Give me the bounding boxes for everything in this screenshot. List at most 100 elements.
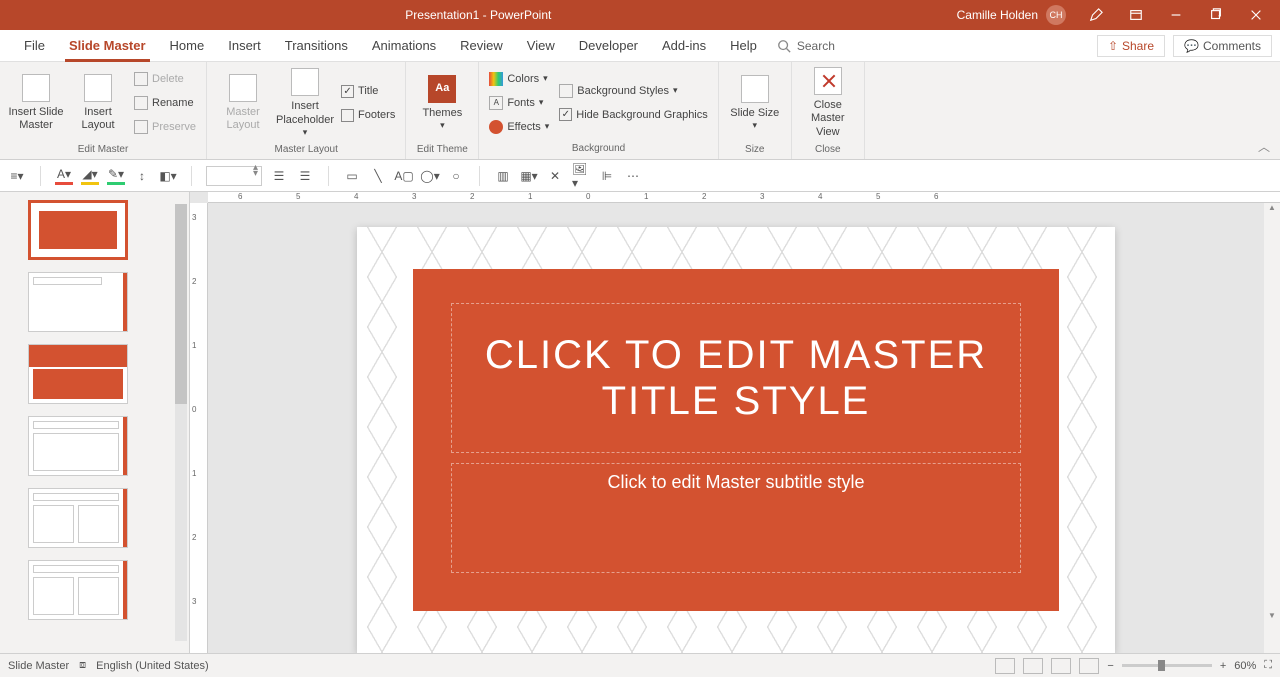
slide[interactable]: Click to edit Master title style Click t… — [357, 227, 1115, 653]
user-name[interactable]: Camille Holden — [957, 8, 1038, 22]
bg-styles-icon — [559, 84, 573, 98]
layout-thumb-1[interactable] — [28, 200, 128, 260]
title-placeholder[interactable]: Click to edit Master title style — [451, 303, 1021, 453]
preserve-button: Preserve — [132, 116, 198, 138]
align-dropdown[interactable]: ≡▾ — [8, 167, 26, 185]
crop-button[interactable]: ✕ — [546, 167, 564, 185]
fonts-button[interactable]: AFonts▾ — [487, 92, 551, 114]
editor-vertical-scrollbar[interactable]: ▲▼ — [1264, 203, 1280, 653]
maximize-icon[interactable] — [1196, 0, 1236, 30]
delete-button: Delete — [132, 68, 198, 90]
effects-button[interactable]: Effects▾ — [487, 116, 551, 138]
quick-toolbar: ≡▾ A▾ ◢▾ ✎▾ ↕ ◧▾ ☰ ☰ ▭ ╲ A▢ ◯▾ ○ ▥ ▦▾ ✕ … — [0, 160, 1280, 192]
insert-layout-button[interactable]: Insert Layout — [70, 66, 126, 140]
tell-me-search[interactable]: Search — [777, 39, 835, 53]
themes-button[interactable]: AaThemes▾ — [414, 66, 470, 140]
pen-color-button[interactable]: ✎▾ — [107, 167, 125, 185]
canvas[interactable]: Click to edit Master title style Click t… — [208, 203, 1264, 653]
ribbon-options-icon[interactable] — [1116, 0, 1156, 30]
rectangle-shape[interactable]: ▭ — [343, 167, 361, 185]
slide-content-frame: Click to edit Master title style Click t… — [413, 269, 1059, 611]
highlight-button[interactable]: ◢▾ — [81, 167, 99, 185]
tab-home[interactable]: Home — [158, 30, 217, 62]
title-checkbox[interactable]: ✓Title — [339, 80, 397, 102]
slide-size-button[interactable]: Slide Size▾ — [727, 66, 783, 140]
user-avatar[interactable]: CH — [1046, 5, 1066, 25]
slide-sorter-button[interactable] — [1023, 658, 1043, 674]
share-button[interactable]: ⇧Share — [1097, 35, 1165, 57]
normal-view-button[interactable] — [995, 658, 1015, 674]
reading-view-button[interactable] — [1051, 658, 1071, 674]
tab-help[interactable]: Help — [718, 30, 769, 62]
distribute-button[interactable]: ⊫ — [598, 167, 616, 185]
font-color-button[interactable]: A▾ — [55, 167, 73, 185]
zoom-level[interactable]: 60% — [1234, 660, 1256, 672]
insert-slide-master-button[interactable]: Insert Slide Master — [8, 66, 64, 140]
align-left-button[interactable]: ☰ — [270, 167, 288, 185]
ribbon-tabs: File Slide Master Home Insert Transition… — [0, 30, 1280, 62]
subtitle-placeholder[interactable]: Click to edit Master subtitle style — [451, 463, 1021, 573]
tab-slide-master[interactable]: Slide Master — [57, 30, 158, 62]
horizontal-ruler: 6543210123456 — [208, 192, 1280, 203]
group-close: Close Master View Close — [792, 62, 865, 159]
tab-transitions[interactable]: Transitions — [273, 30, 360, 62]
tab-addins[interactable]: Add-ins — [650, 30, 718, 62]
hide-bg-checkbox[interactable]: ✓Hide Background Graphics — [557, 104, 709, 126]
thumbnail-panel — [0, 192, 190, 653]
insert-placeholder-button[interactable]: Insert Placeholder▾ — [277, 66, 333, 140]
more-toolbar-button[interactable]: ⋯ — [624, 167, 642, 185]
align-center-button[interactable]: ☰ — [296, 167, 314, 185]
zoom-in-button[interactable]: + — [1220, 660, 1226, 672]
tab-file[interactable]: File — [12, 30, 57, 62]
bg-styles-button[interactable]: Background Styles▾ — [557, 80, 709, 102]
tab-view[interactable]: View — [515, 30, 567, 62]
zoom-slider[interactable] — [1122, 664, 1212, 667]
circle-shape[interactable]: ○ — [447, 167, 465, 185]
effects-icon — [489, 120, 503, 134]
language-label[interactable]: English (United States) — [96, 660, 209, 672]
placeholder-icon — [291, 68, 319, 96]
comments-button[interactable]: 💬Comments — [1173, 35, 1272, 57]
collapse-ribbon-button[interactable]: ︿ — [1258, 138, 1270, 155]
close-master-view-button[interactable]: Close Master View — [800, 66, 856, 140]
zoom-out-button[interactable]: − — [1107, 660, 1113, 672]
pen-icon[interactable] — [1076, 0, 1116, 30]
tab-insert[interactable]: Insert — [216, 30, 273, 62]
tab-animations[interactable]: Animations — [360, 30, 448, 62]
group-edit-master: Insert Slide Master Insert Layout Delete… — [0, 62, 207, 159]
slideshow-button[interactable] — [1079, 658, 1099, 674]
chart-button[interactable]: ▥ — [494, 167, 512, 185]
fit-to-window-button[interactable]: ⛶ — [1264, 659, 1272, 672]
layout-thumb-3[interactable] — [28, 344, 128, 404]
close-icon[interactable] — [1236, 0, 1276, 30]
window-title: Presentation1 - PowerPoint — [0, 8, 957, 22]
line-weight-select[interactable] — [206, 166, 262, 186]
comment-icon: 💬 — [1184, 39, 1199, 53]
rename-button[interactable]: Rename — [132, 92, 198, 114]
colors-button[interactable]: Colors▾ — [487, 68, 551, 90]
layout-thumb-5[interactable] — [28, 488, 128, 548]
minimize-icon[interactable] — [1156, 0, 1196, 30]
picture-button[interactable]: 🖼▾ — [572, 167, 590, 185]
tab-review[interactable]: Review — [448, 30, 515, 62]
footers-checkbox[interactable]: Footers — [339, 104, 397, 126]
slide-editor: 6543210123456 3210123 Click to edit Mast… — [190, 192, 1280, 653]
accessibility-icon[interactable]: ⧈ — [79, 659, 86, 672]
layout-thumb-4[interactable] — [28, 416, 128, 476]
thumbnail-scrollbar[interactable] — [173, 192, 189, 653]
line-shape[interactable]: ╲ — [369, 167, 387, 185]
share-icon: ⇧ — [1108, 39, 1118, 53]
group-edit-theme: AaThemes▾ Edit Theme — [406, 62, 479, 159]
layout-thumb-2[interactable] — [28, 272, 128, 332]
sort-button[interactable]: ↕ — [133, 167, 151, 185]
shapes-dropdown[interactable]: ◯▾ — [421, 167, 439, 185]
arrange-button[interactable]: ◧▾ — [159, 167, 177, 185]
table-button[interactable]: ▦▾ — [520, 167, 538, 185]
tab-developer[interactable]: Developer — [567, 30, 650, 62]
main-area: 6543210123456 3210123 Click to edit Mast… — [0, 192, 1280, 653]
layout-thumb-6[interactable] — [28, 560, 128, 620]
textbox-shape[interactable]: A▢ — [395, 167, 413, 185]
group-master-layout: Master Layout Insert Placeholder▾ ✓Title… — [207, 62, 406, 159]
vertical-ruler: 3210123 — [190, 203, 208, 653]
mode-label: Slide Master — [8, 660, 69, 672]
